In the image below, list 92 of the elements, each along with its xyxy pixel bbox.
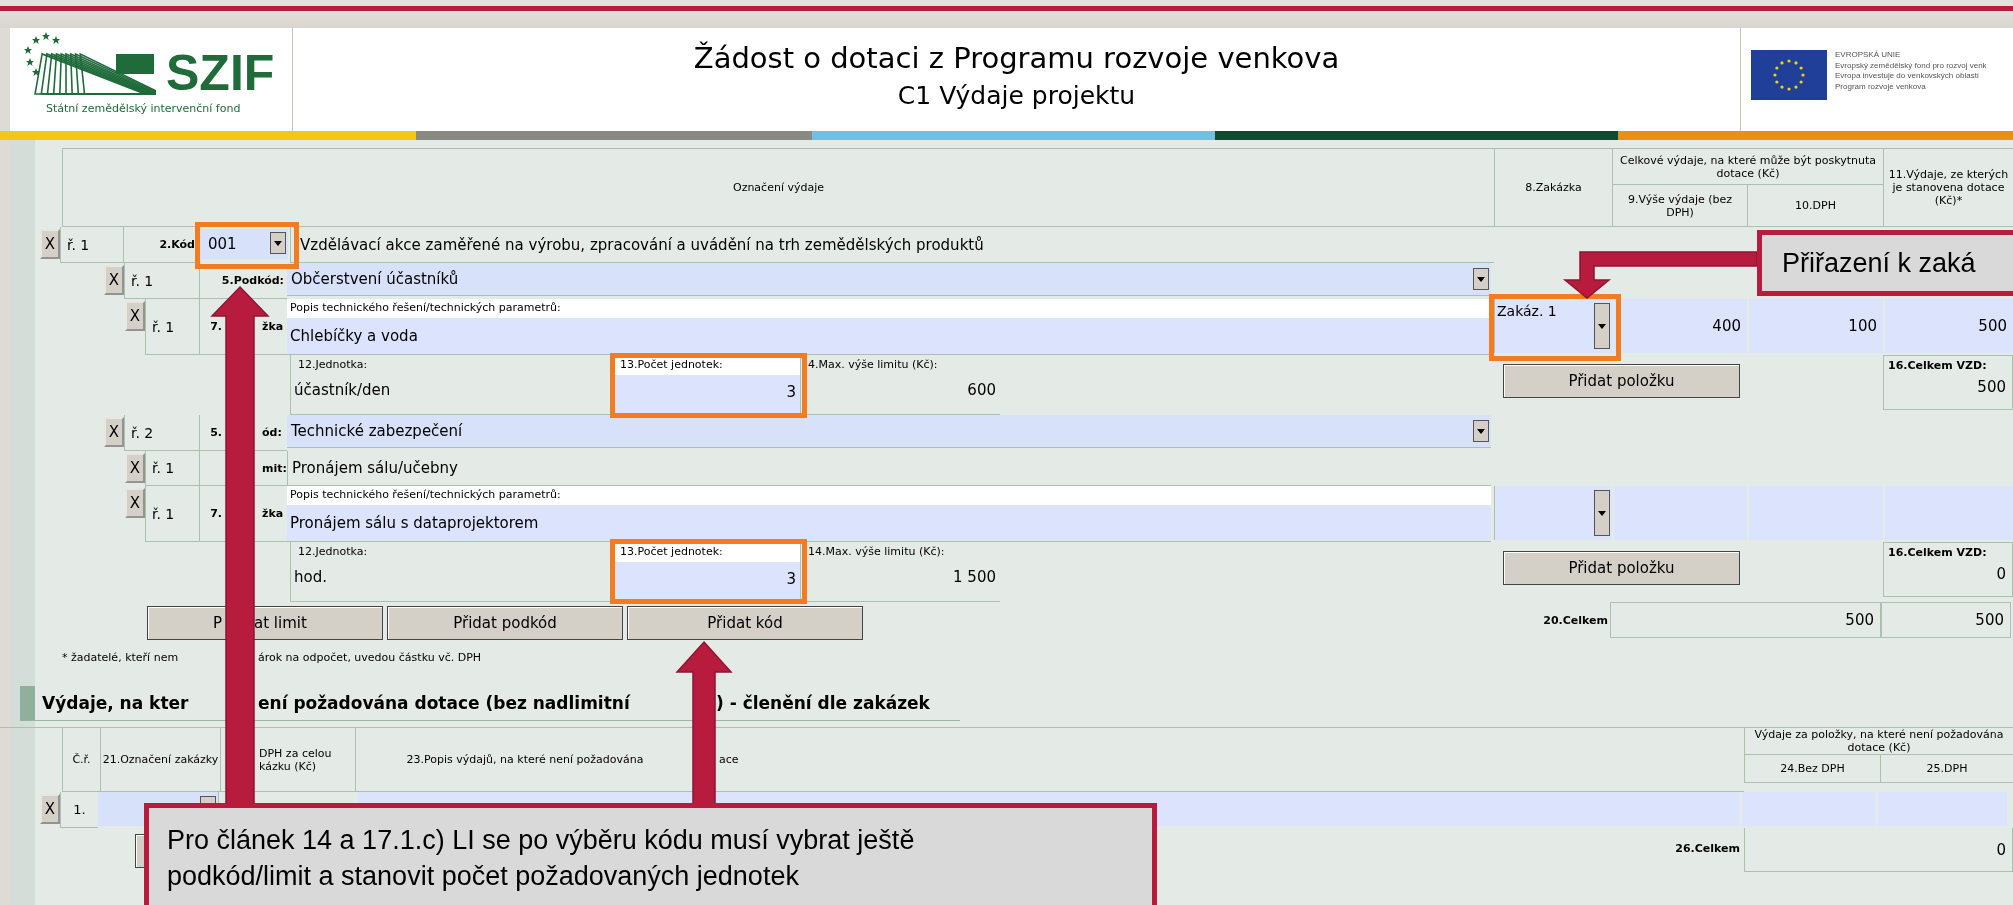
remove-button[interactable]: X bbox=[125, 453, 145, 483]
remove-button[interactable]: X bbox=[104, 417, 124, 447]
column-header: Označení výdaje bbox=[62, 149, 1494, 227]
row-number: ř. 1 bbox=[124, 263, 199, 299]
unit-value: hod. bbox=[293, 567, 328, 586]
field-label: 5. bbox=[209, 426, 222, 439]
unit-value: účastník/den bbox=[293, 380, 392, 399]
remove-button[interactable]: X bbox=[40, 229, 60, 259]
row-number: ř. 1 bbox=[145, 486, 199, 542]
row-number: ř. 1 bbox=[145, 299, 199, 355]
remove-button[interactable]: X bbox=[40, 794, 60, 824]
page-subtitle: C1 Výdaje projektu bbox=[897, 80, 1136, 112]
column-header: 25.DPH bbox=[1880, 755, 2013, 783]
caret-icon bbox=[1594, 490, 1610, 536]
subsidy-field[interactable]: 500 bbox=[1883, 299, 2013, 353]
field-label: mit: bbox=[262, 461, 287, 475]
add-item-button[interactable]: Přidat položku bbox=[1503, 551, 1740, 585]
eu-text-line: Evropský zemědělský fond pro rozvoj venk bbox=[1835, 60, 1987, 71]
eu-text-line: Evropa investuje do venkovských oblastí bbox=[1835, 71, 1981, 82]
add-item-button[interactable]: Přidat položku bbox=[1503, 364, 1740, 398]
field-label: ód: bbox=[262, 426, 282, 439]
note-tooltip: Pro článek 14 a 17.1.c) LI se po výběru kódu musí vybrat ještě podkód/limit a stanovit počet požadovaných jednotek bbox=[144, 803, 1157, 905]
total-value: 0 bbox=[1744, 828, 2013, 872]
logo-caption: Státní zemědělský intervenční fond bbox=[45, 102, 242, 117]
eu-text-line: Program rozvoje venkova bbox=[1835, 81, 1927, 92]
caret-icon bbox=[1473, 268, 1489, 290]
field-label: 4.Max. výše limitu (Kč): bbox=[807, 357, 939, 373]
add-button[interactable]: Přidat podkód bbox=[387, 606, 623, 640]
footnote: * žadatelé, kteří nem bbox=[62, 651, 180, 664]
column-header: Celkové výdaje, na které může být poskytnuta dotace (Kč) bbox=[1612, 149, 1883, 185]
logo-text: SZIF bbox=[166, 48, 276, 102]
row-number: ř. 1 bbox=[60, 227, 123, 263]
remove-button[interactable]: X bbox=[104, 265, 124, 295]
code-select[interactable]: 001 bbox=[200, 229, 288, 259]
vat-field[interactable]: 100 bbox=[1747, 299, 1883, 353]
field-label: žka bbox=[262, 320, 284, 333]
field-label: 7. bbox=[209, 320, 222, 333]
amount-field[interactable]: 400 bbox=[1612, 299, 1747, 353]
field-label: 7. bbox=[209, 507, 222, 520]
description-field[interactable]: Chlebíčky a voda bbox=[287, 318, 1491, 354]
row-number: ř. 1 bbox=[145, 451, 199, 486]
description-field[interactable]: Pronájem sálu s dataprojektorem bbox=[287, 505, 1491, 541]
eu-text-line: EVROPSKÁ UNIE bbox=[1835, 50, 1902, 61]
total-label: 20.Celkem bbox=[1542, 613, 1609, 627]
section-heading: Výdaje, na kter bbox=[42, 693, 190, 713]
column-header: 11.Výdaje, ze kterých je stanovena dotace (Kč)* bbox=[1883, 149, 2013, 227]
column-header: Č.ř. bbox=[62, 728, 100, 792]
remove-button[interactable]: X bbox=[125, 301, 145, 331]
total-value: 500 bbox=[1976, 377, 2007, 396]
contract-select[interactable] bbox=[1494, 486, 1612, 540]
total-label: 26.Celkem bbox=[1674, 841, 1741, 855]
caret-icon bbox=[1594, 303, 1610, 349]
count-field[interactable]: 3 bbox=[613, 562, 800, 601]
add-button[interactable]: Přidat kód bbox=[627, 606, 863, 640]
max-limit-value: 600 bbox=[966, 380, 997, 399]
footnote: árok na odpočet, uvedou částku vč. DPH bbox=[258, 651, 482, 664]
row-number: ř. 2 bbox=[124, 415, 199, 451]
column-header: Výdaje za položky, na které není požadována dotace (Kč) bbox=[1744, 728, 2013, 755]
field-label: žka bbox=[262, 507, 284, 520]
total-value: 500 bbox=[1881, 602, 2011, 638]
count-field[interactable]: 3 bbox=[613, 375, 800, 414]
field-label: 2.Kód bbox=[123, 227, 198, 263]
net-field[interactable] bbox=[1740, 792, 1876, 826]
field-label: Popis technického řešení/technických parametrů: bbox=[287, 486, 1491, 505]
page-title: Žádost o dotaci z Programu rozvoje venkova bbox=[693, 40, 1340, 77]
column-header: 24.Bez DPH bbox=[1744, 755, 1880, 783]
remove-button[interactable]: X bbox=[125, 488, 145, 518]
field-label: 12.Jednotka: bbox=[297, 357, 369, 373]
column-header: 9.Výše výdaje (bez DPH) bbox=[1612, 185, 1747, 227]
total-value: 0 bbox=[1995, 564, 2007, 583]
eu-flag-icon bbox=[1751, 50, 1827, 100]
max-limit-value: 1 500 bbox=[952, 567, 997, 586]
column-header: 8.Zakázka bbox=[1494, 149, 1612, 227]
column-header: 10.DPH bbox=[1747, 185, 1883, 227]
caret-icon bbox=[270, 232, 286, 254]
subcode-select[interactable]: Technické zabezpečení bbox=[287, 415, 1491, 448]
section-heading: ení požadována dotace (bez nadlimitní bbox=[258, 693, 632, 713]
field-label: 14.Max. výše limitu (Kč): bbox=[807, 544, 946, 560]
total-label: 16.Celkem VZD: bbox=[1887, 545, 1988, 559]
add-button[interactable] bbox=[135, 834, 144, 868]
caret-icon bbox=[1473, 420, 1489, 442]
note-tooltip: Přiřazení k zaká bbox=[1757, 230, 2013, 296]
subcode-select[interactable]: Občerstvení účastníků bbox=[287, 263, 1491, 296]
total-label: 16.Celkem VZD: bbox=[1887, 358, 1988, 372]
field-label: 12.Jednotka: bbox=[297, 544, 369, 560]
column-header: 23.Popis výdajů, na které není požadována bbox=[405, 753, 645, 766]
contract-select[interactable]: Zakáz. 1 bbox=[1494, 299, 1612, 353]
column-header: ace bbox=[719, 753, 739, 766]
total-value: 500 bbox=[1610, 602, 1881, 638]
field-label: Popis technického řešení/technických parametrů: bbox=[287, 299, 1491, 318]
column-header: DPH za celou kázku (Kč) bbox=[259, 746, 333, 773]
section-heading: ) - členění dle zakázek bbox=[716, 693, 930, 713]
